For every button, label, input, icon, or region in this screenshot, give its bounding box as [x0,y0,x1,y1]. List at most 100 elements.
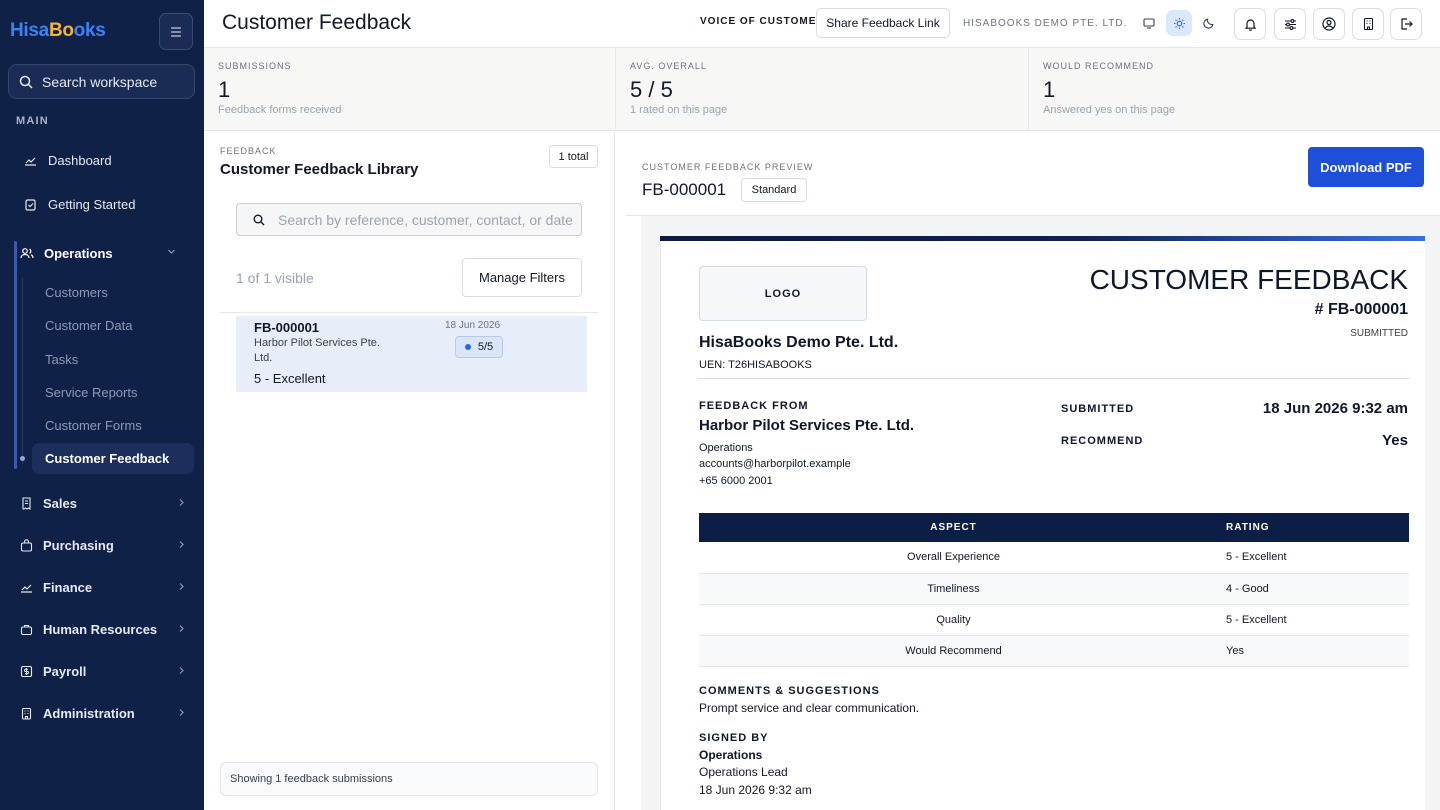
profile-button[interactable] [1313,8,1345,40]
document-title: CUSTOMER FEEDBACK [1089,264,1408,295]
brand-logo[interactable]: HisaBooks [10,20,106,42]
sidebar-toggle-button[interactable] [159,13,193,50]
stat-label: WOULD RECOMMEND [1043,61,1154,71]
sidebar-group-label: Operations [44,245,113,261]
signer-role: Operations Lead [699,765,788,779]
column-header-rating: RATING [1208,513,1409,542]
score-dot-icon [464,344,471,350]
signed-by-label: SIGNED BY [699,732,769,744]
company-name: HISABOOKS DEMO PTE. LTD. [963,18,1128,29]
chevron-right-icon [179,499,184,506]
stat-subtext: Answered yes on this page [1043,104,1176,116]
sidebar-group-label: Sales [43,495,77,511]
feedback-list-item[interactable]: FB-000001 Harbor Pilot Services Pte. Ltd… [236,316,587,392]
moon-icon [1203,18,1214,29]
theme-system-button[interactable] [1136,10,1162,36]
feedback-rating: 5 - Excellent [254,371,326,386]
user-circle-icon [1322,17,1336,31]
rating-cell: 5 - Excellent [1208,542,1409,574]
bell-icon [1244,19,1256,31]
sidebar-group-sales[interactable]: Sales [14,488,194,518]
feedback-from-label: FEEDBACK FROM [699,400,809,412]
building-icon [21,707,32,720]
sidebar-item-service-reports[interactable]: Service Reports [45,385,137,400]
monitor-icon [1143,17,1155,29]
library-search-input[interactable]: Search by reference, customer, contact, … [236,203,582,236]
rating-cell: Yes [1208,635,1409,667]
list-footer-note: Showing 1 feedback submissions [220,762,598,796]
document-uen: UEN: T26HISABOOKS [699,359,812,371]
stat-label: SUBMISSIONS [218,61,292,71]
panel-title: Customer Feedback Library [220,161,419,178]
recommend-label: RECOMMEND [1061,435,1144,447]
document-divider [699,378,1409,379]
sidebar-group-label: Human Resources [43,621,158,637]
sidebar-group-label: Payroll [43,663,87,679]
page-title: Customer Feedback [222,11,412,34]
sidebar-group-label: Finance [43,579,93,595]
sidebar-item-dashboard[interactable]: Dashboard [14,142,194,178]
aspect-cell: Overall Experience [699,542,1208,574]
users-icon [20,247,34,258]
list-divider [220,312,598,313]
clipboard-check-icon [25,198,36,211]
search-icon [19,75,33,89]
stat-label: AVG. OVERALL [630,61,707,71]
sidebar-group-operations[interactable]: Operations [18,238,194,268]
sidebar-item-customer-feedback[interactable]: Customer Feedback [32,443,194,474]
active-indicator-dot [20,456,25,461]
sidebar-item-label: Getting Started [48,196,136,212]
sidebar-group-administration[interactable]: Administration [14,698,194,728]
notifications-button[interactable] [1234,8,1266,40]
workspace-search[interactable]: Search workspace [8,64,195,99]
stat-value: 1 [218,77,231,102]
manage-filters-button[interactable]: Manage Filters [462,258,582,297]
stats-strip: SUBMISSIONS 1 Feedback forms received AV… [204,48,1440,131]
stat-value: 1 [1043,77,1056,102]
settings-sliders-button[interactable] [1274,8,1306,40]
download-pdf-button[interactable]: Download PDF [1308,147,1424,187]
sidebar-item-getting-started[interactable]: Getting Started [14,186,194,222]
sidebar-item-label: Dashboard [48,152,112,168]
sidebar-group-purchasing[interactable]: Purchasing [14,530,194,560]
theme-light-button[interactable] [1166,10,1192,36]
table-row: Timeliness 4 - Good [699,573,1409,605]
sidebar-group-label: Purchasing [43,537,114,553]
chevron-down-icon [168,249,175,254]
search-icon [253,214,265,225]
feedback-date: 18 Jun 2026 [445,320,501,331]
section-label-main: MAIN [16,115,49,127]
sidebar-group-finance[interactable]: Finance [14,572,194,602]
stat-would-recommend: WOULD RECOMMEND 1 Answered yes on this p… [1029,48,1440,131]
feedback-from-phone: +65 6000 2001 [699,475,773,487]
chart-line-icon [21,584,32,593]
company-switch-button[interactable] [1352,8,1384,40]
comments-label: COMMENTS & SUGGESTIONS [699,685,880,697]
preview-reference: FB-000001 [642,180,727,199]
top-header: Customer Feedback VOICE OF CUSTOMER Shar… [204,0,1440,48]
theme-dark-button[interactable] [1196,10,1222,36]
sidebar-item-customer-data[interactable]: Customer Data [45,318,132,333]
operations-group-indicator [14,241,17,469]
sidebar-item-customers[interactable]: Customers [45,285,108,300]
submitted-label: SUBMITTED [1061,403,1135,415]
sidebar-group-payroll[interactable]: Payroll [14,656,194,686]
table-header-row: ASPECT RATING [699,513,1409,542]
total-badge: 1 total [549,145,598,168]
sidebar-item-tasks[interactable]: Tasks [45,352,78,367]
menu-icon [171,26,181,37]
score-value: 5/5 [477,341,494,353]
ratings-table: ASPECT RATING Overall Experience 5 - Exc… [699,513,1409,667]
share-feedback-link-button[interactable]: Share Feedback Link [816,8,950,38]
feedback-customer: Harbor Pilot Services Pte. Ltd. [254,337,380,364]
sidebar-group-human-resources[interactable]: Human Resources [14,614,194,644]
sidebar-item-customer-forms[interactable]: Customer Forms [45,418,142,433]
voice-of-customer-label: VOICE OF CUSTOMER [700,16,825,27]
aspect-cell: Would Recommend [699,635,1208,667]
document-header-strip [660,236,1425,241]
chevron-right-icon [179,667,184,674]
preview-eyebrow: CUSTOMER FEEDBACK PREVIEW [642,162,814,172]
logout-button[interactable] [1390,8,1422,40]
feedback-from-email: accounts@harborpilot.example [699,458,851,470]
feedback-from-name: Harbor Pilot Services Pte. Ltd. [699,417,915,434]
